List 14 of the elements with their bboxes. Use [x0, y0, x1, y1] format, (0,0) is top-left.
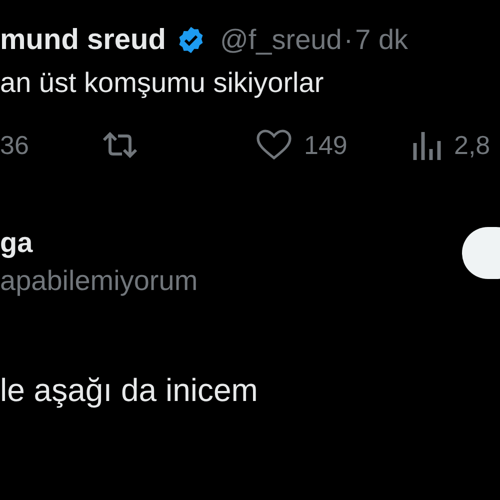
separator-dot: · — [344, 24, 354, 56]
action-count: 2,8 — [454, 130, 490, 160]
post-time[interactable]: 7 dk — [355, 24, 408, 56]
views-icon[interactable] — [412, 129, 442, 161]
user-name[interactable]: mund sreud — [0, 24, 166, 56]
post-text: an üst komşumu sikiyorlar — [0, 67, 325, 99]
profile-name[interactable]: ga — [0, 227, 33, 259]
action-count: 149 — [304, 130, 348, 160]
action-count: 36 — [0, 130, 29, 160]
profile-bio: apabilemiyorum — [0, 265, 198, 297]
heart-icon[interactable] — [256, 129, 292, 161]
reply-text: le aşağı da inicem — [0, 372, 259, 409]
retweet-icon[interactable] — [100, 131, 140, 159]
user-handle[interactable]: @f_sreud — [220, 24, 342, 56]
